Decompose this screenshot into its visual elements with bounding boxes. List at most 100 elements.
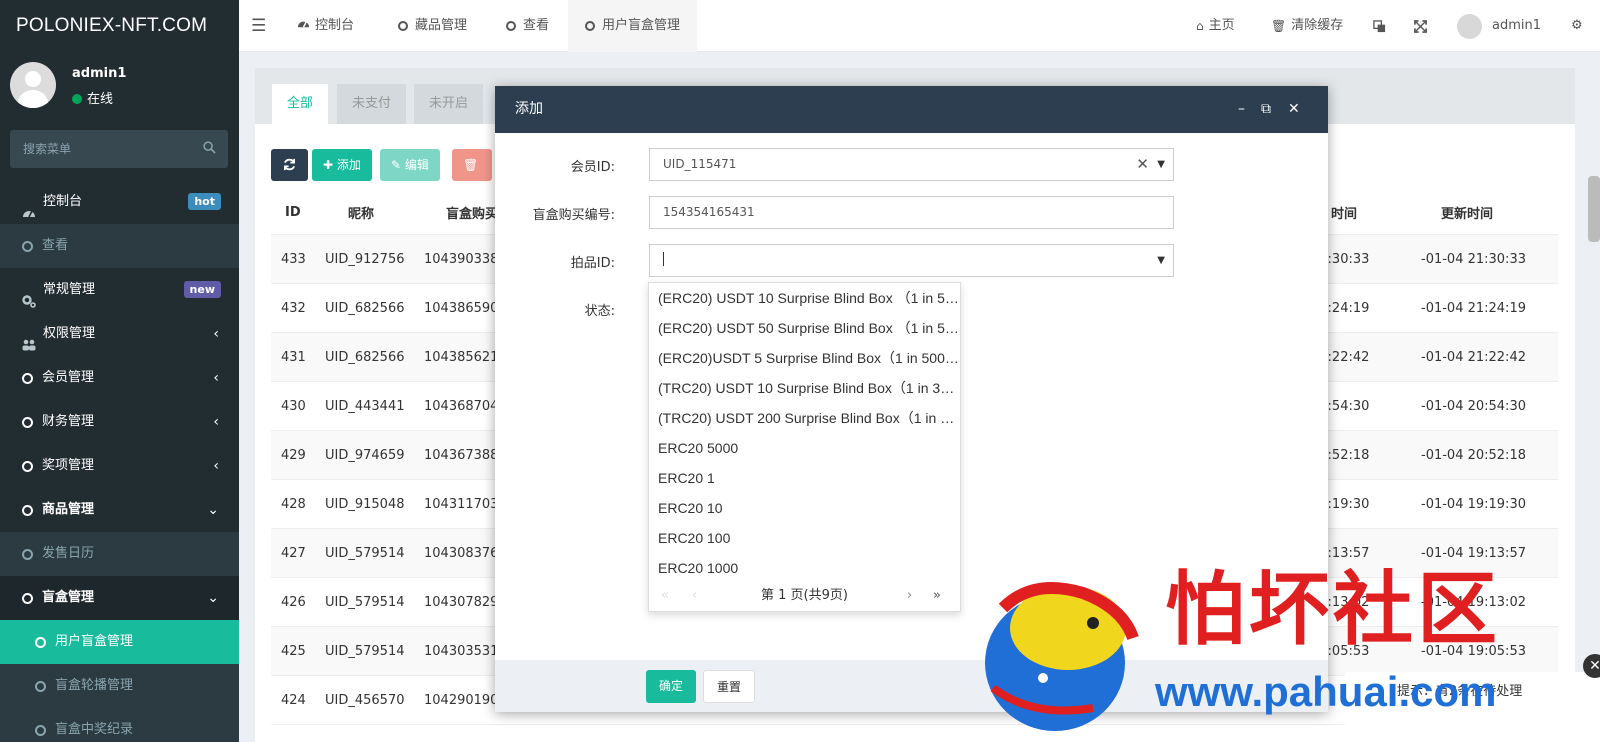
cell-nick: UID_912756 xyxy=(325,251,405,267)
col-nickname[interactable]: 昵称 xyxy=(348,191,374,234)
close-circle-icon[interactable]: ✕ xyxy=(1583,654,1600,678)
maximize-icon[interactable]: ⧉ xyxy=(1261,86,1271,133)
col-id[interactable]: ID xyxy=(285,191,301,234)
refresh-button[interactable] xyxy=(271,149,308,181)
sidebar-item-dashboard[interactable]: 控制台 hot xyxy=(0,180,239,224)
admin-menu[interactable]: admin1 xyxy=(1457,0,1541,52)
cell-nick: UID_682566 xyxy=(325,349,405,365)
prev-page-icon[interactable]: ‹ xyxy=(692,581,697,611)
menu-toggle-icon[interactable]: ☰ xyxy=(251,0,266,52)
last-page-icon[interactable]: » xyxy=(933,581,941,611)
cell-nick: UID_443441 xyxy=(325,398,405,414)
cell-updated: -01-04 21:30:33 xyxy=(1421,251,1526,267)
sidebar-item-blindbox-winners[interactable]: 盲盒中奖纪录 xyxy=(0,708,239,742)
member-id-label: 会员ID: xyxy=(570,160,615,175)
tab-label: 控制台 xyxy=(315,18,355,33)
tab-view[interactable]: 查看 xyxy=(506,0,549,52)
tab-unopened[interactable]: 未开启 xyxy=(414,84,484,124)
sidebar-item-finance[interactable]: 财务管理 ‹ xyxy=(0,400,239,444)
circle-icon xyxy=(22,372,33,384)
circle-icon xyxy=(585,21,595,31)
tab-collections[interactable]: 藏品管理 xyxy=(398,0,467,52)
minimize-icon[interactable]: – xyxy=(1238,86,1245,133)
dropdown-option[interactable]: ERC20 5000 xyxy=(649,433,960,463)
cell-order: 104368704 xyxy=(424,398,499,414)
order-number-field[interactable]: 154354165431 xyxy=(649,196,1174,229)
search-input[interactable] xyxy=(10,130,190,168)
add-button[interactable]: ✚ 添加 xyxy=(312,149,372,181)
cell-updated: -01-04 20:54:30 xyxy=(1421,398,1526,414)
dropdown-option[interactable]: (ERC20) USDT 50 Surprise Blind Box （1 in… xyxy=(649,313,960,343)
sidebar-menu: 控制台 hot 查看 常规管理 new 权限管理 ‹ 会员管理 ‹ 财务管理 ‹ xyxy=(0,180,239,742)
tab-all[interactable]: 全部 xyxy=(272,84,329,124)
sidebar-item-label: 商品管理 xyxy=(42,502,95,517)
tab-label: 用户盲盒管理 xyxy=(602,18,681,33)
sidebar-item-release-calendar[interactable]: 发售日历 xyxy=(0,532,239,576)
dropdown-option[interactable]: (TRC20) USDT 200 Surprise Blind Box（1 in… xyxy=(649,403,960,433)
trash-icon: 🗑 xyxy=(463,158,479,172)
sidebar-item-members[interactable]: 会员管理 ‹ xyxy=(0,356,239,400)
close-icon[interactable]: ✕ xyxy=(1288,86,1300,133)
sidebar-item-permissions[interactable]: 权限管理 ‹ xyxy=(0,312,239,356)
sidebar-item-label: 盲盒中奖纪录 xyxy=(55,722,134,737)
sidebar-item-products[interactable]: 商品管理 ⌄ xyxy=(0,488,239,532)
tab-unpaid[interactable]: 未支付 xyxy=(337,84,407,124)
plus-icon: ✚ xyxy=(323,158,337,172)
caret-down-icon[interactable]: ▼ xyxy=(1157,245,1165,276)
col-created[interactable]: 时间 xyxy=(1331,191,1357,234)
sidebar-item-label: 发售日历 xyxy=(42,546,95,561)
sidebar-item-view[interactable]: 查看 xyxy=(0,224,239,268)
sidebar-item-user-blindbox[interactable]: 用户盲盒管理 xyxy=(0,620,239,664)
dropdown-option[interactable]: ERC20 100 xyxy=(649,523,960,553)
chevron-down-icon: ⌄ xyxy=(207,502,219,518)
app-logo[interactable]: POLONIEX-NFT.COM xyxy=(0,0,239,52)
dropdown-option[interactable]: (ERC20)USDT 5 Surprise Blind Box（1 in 50… xyxy=(649,343,960,373)
tab-user-blindbox[interactable]: 用户盲盒管理 xyxy=(568,0,698,52)
col-order[interactable]: 盲盒购买 xyxy=(446,191,498,234)
translate-icon[interactable] xyxy=(1373,0,1386,52)
sidebar-item-blindbox[interactable]: 盲盒管理 ⌄ xyxy=(0,576,239,620)
dropdown-option[interactable]: ERC20 1 xyxy=(649,463,960,493)
cell-order: 104386590 xyxy=(424,300,499,316)
tab-label: 藏品管理 xyxy=(415,18,468,33)
dropdown-option[interactable]: (TRC20) USDT 10 Surprise Blind Box（1 in … xyxy=(649,373,960,403)
item-id-select[interactable]: ▼ xyxy=(649,244,1174,277)
group-icon xyxy=(22,327,36,351)
watermark: 怕坏社区 www.pahuai.com xyxy=(965,560,1585,742)
home-label: 主页 xyxy=(1208,18,1235,33)
home-link[interactable]: ⌂ 主页 xyxy=(1196,0,1235,52)
sidebar-item-label: 会员管理 xyxy=(42,370,95,385)
edit-button[interactable]: ✎ 编辑 xyxy=(380,149,440,181)
next-page-icon[interactable]: › xyxy=(907,581,912,611)
dashboard-icon xyxy=(22,195,36,218)
col-updated[interactable]: 更新时间 xyxy=(1441,191,1493,234)
cell-order: 104311703 xyxy=(424,496,499,512)
cell-nick: UID_456570 xyxy=(325,692,405,708)
reset-button[interactable]: 重置 xyxy=(703,670,756,703)
tab-dashboard[interactable]: 控制台 xyxy=(297,0,354,52)
sidebar-item-general[interactable]: 常规管理 new xyxy=(0,268,239,312)
first-page-icon[interactable]: « xyxy=(661,581,669,611)
fullscreen-icon[interactable] xyxy=(1414,0,1427,52)
scrollbar[interactable] xyxy=(1588,176,1600,242)
circle-icon xyxy=(506,21,516,31)
cell-nick: UID_579514 xyxy=(325,643,405,659)
member-id-value: UID_115471 xyxy=(663,157,737,171)
item-id-label: 拍品ID: xyxy=(570,256,615,271)
delete-button[interactable]: 🗑删除 xyxy=(452,149,492,181)
dropdown-option[interactable]: ERC20 1000 xyxy=(649,553,960,583)
dropdown-option[interactable]: ERC20 10 xyxy=(649,493,960,523)
clear-cache-button[interactable]: 🗑 清除缓存 xyxy=(1271,0,1343,52)
confirm-button[interactable]: 确定 xyxy=(646,670,697,703)
cell-id: 431 xyxy=(281,349,306,365)
dropdown-option[interactable]: (ERC20) USDT 10 Surprise Blind Box （1 in… xyxy=(649,283,960,313)
caret-down-icon[interactable]: ▼ xyxy=(1157,149,1165,180)
dialog-title: 添加 xyxy=(515,101,543,117)
member-id-select[interactable]: UID_115471 ✕ ▼ xyxy=(649,148,1174,181)
sidebar-item-awards[interactable]: 奖项管理 ‹ xyxy=(0,444,239,488)
search-icon[interactable] xyxy=(203,141,216,154)
clear-icon[interactable]: ✕ xyxy=(1136,149,1149,180)
sidebar-item-blindbox-carousel[interactable]: 盲盒轮播管理 xyxy=(0,664,239,708)
settings-gear-icon[interactable]: ⚙ xyxy=(1571,0,1583,52)
fish-logo-icon xyxy=(985,582,1139,731)
